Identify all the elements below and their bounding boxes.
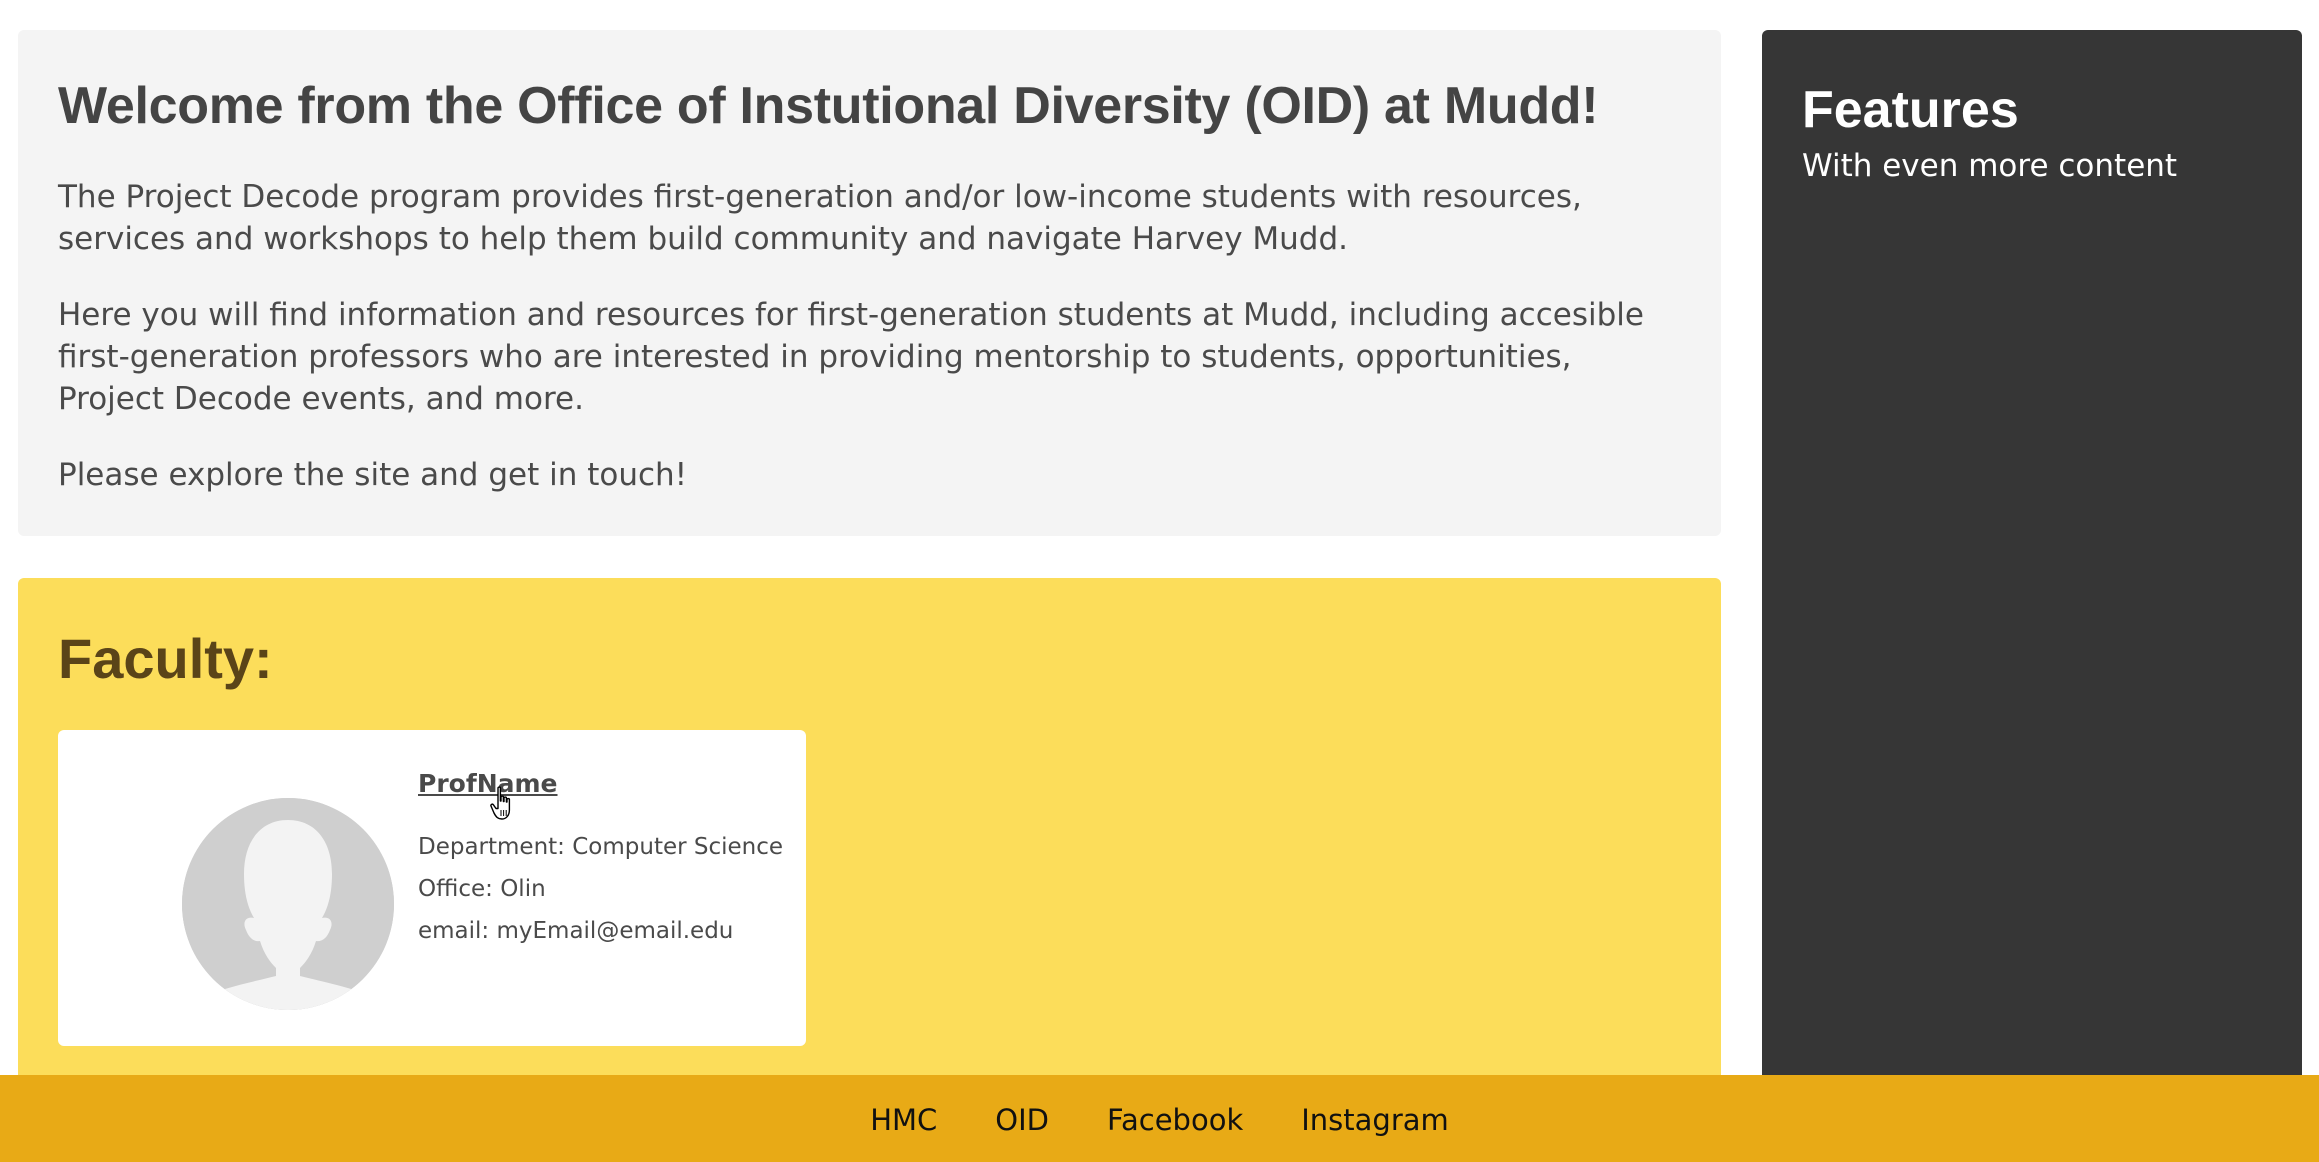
welcome-title: Welcome from the Office of Instutional D… xyxy=(58,77,1599,135)
footer-link-oid[interactable]: OID xyxy=(995,1101,1049,1137)
features-subtitle: With even more content xyxy=(1802,148,2178,184)
site-footer: HMC OID Facebook Instagram xyxy=(0,1075,2319,1162)
professor-department: Department: Computer Science xyxy=(418,834,784,860)
professor-office: Office: Olin xyxy=(418,876,546,902)
footer-link-instagram[interactable]: Instagram xyxy=(1301,1101,1449,1137)
professor-name-link[interactable]: ProfName xyxy=(418,766,558,802)
default-user-avatar-icon xyxy=(182,798,394,1010)
welcome-paragraph-info: Here you will find information and resou… xyxy=(58,297,1644,417)
faculty-card: ProfName Department: Computer Science Of… xyxy=(58,730,806,1046)
features-sidebar: Features With even more content xyxy=(1762,30,2302,1162)
welcome-section: Welcome from the Office of Instutional D… xyxy=(18,30,1721,536)
footer-link-facebook[interactable]: Facebook xyxy=(1107,1101,1243,1137)
page: Welcome from the Office of Instutional D… xyxy=(0,0,2319,1162)
professor-email: email: myEmail@email.edu xyxy=(418,918,734,944)
hand-pointer-cursor-icon xyxy=(490,786,511,820)
faculty-heading: Faculty: xyxy=(58,627,273,690)
welcome-paragraph-cta: Please explore the site and get in touch… xyxy=(58,457,688,493)
welcome-paragraph-intro: The Project Decode program provides firs… xyxy=(58,179,1582,257)
footer-link-hmc[interactable]: HMC xyxy=(870,1101,937,1137)
features-title: Features xyxy=(1802,81,2019,139)
faculty-card-info: ProfName Department: Computer Science Of… xyxy=(418,766,783,952)
